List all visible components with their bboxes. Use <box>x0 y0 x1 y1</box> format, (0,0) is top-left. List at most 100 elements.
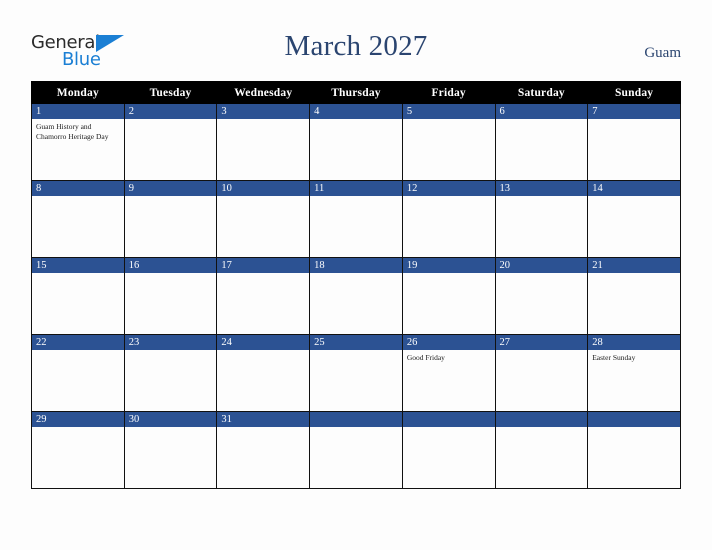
calendar-day-cell[interactable]: 30 <box>123 411 218 489</box>
day-events <box>496 273 588 276</box>
calendar-day-cell[interactable] <box>401 411 496 489</box>
day-events <box>588 427 680 430</box>
calendar-day-cell[interactable]: 3 <box>216 103 311 181</box>
day-events <box>217 427 309 430</box>
calendar-day-cell[interactable]: 11 <box>309 180 403 258</box>
day-events <box>217 119 309 122</box>
page-title: March 2027 <box>284 30 428 62</box>
day-number: 26 <box>402 335 495 350</box>
day-events <box>310 273 402 276</box>
day-number: 4 <box>310 104 402 119</box>
calendar-day-cell[interactable]: 14 <box>587 180 681 258</box>
calendar-day-cell[interactable]: 15 <box>31 257 125 335</box>
day-number: 11 <box>310 181 402 196</box>
calendar-day-cell[interactable]: 17 <box>216 257 311 335</box>
day-number: 28 <box>588 335 680 350</box>
day-number: 18 <box>310 258 402 273</box>
location-label: Guam <box>644 45 681 61</box>
weekday-header-tuesday: Tuesday <box>123 81 218 104</box>
day-number: 16 <box>124 258 217 273</box>
day-events <box>125 196 217 199</box>
calendar-week-row: 22 23 24 25 26 Good Friday 27 28 Easter Sunday <box>31 334 681 412</box>
calendar-day-cell[interactable]: 31 <box>216 411 311 489</box>
day-events <box>403 273 495 276</box>
calendar-day-cell[interactable]: 18 <box>309 257 403 335</box>
weekday-header-wednesday: Wednesday <box>216 81 311 104</box>
day-events <box>217 350 309 353</box>
weekday-header-row: Monday Tuesday Wednesday Thursday Friday… <box>31 81 681 104</box>
calendar-day-cell[interactable]: 4 <box>309 103 403 181</box>
day-events <box>217 273 309 276</box>
calendar-header-row: Monday Tuesday Wednesday Thursday Friday… <box>31 81 681 104</box>
calendar-day-cell[interactable]: 25 <box>309 334 403 412</box>
day-events <box>403 427 495 430</box>
day-number: 6 <box>495 104 588 119</box>
calendar-day-cell[interactable]: 13 <box>494 180 589 258</box>
calendar-day-cell[interactable]: 10 <box>216 180 311 258</box>
calendar-day-cell[interactable]: 22 <box>31 334 125 412</box>
day-number: 1 <box>32 104 124 119</box>
calendar-day-cell[interactable]: 24 <box>216 334 311 412</box>
day-number: 30 <box>124 412 217 427</box>
day-events <box>496 196 588 199</box>
weekday-header-sunday: Sunday <box>587 81 681 104</box>
day-number: 7 <box>588 104 680 119</box>
day-events <box>403 196 495 199</box>
day-events <box>496 427 588 430</box>
calendar-day-cell[interactable]: 19 <box>401 257 496 335</box>
calendar-day-cell[interactable]: 21 <box>587 257 681 335</box>
day-number: 25 <box>310 335 402 350</box>
calendar-day-cell[interactable]: 26 Good Friday <box>401 334 496 412</box>
calendar-week-row: 8 9 10 11 12 13 14 <box>31 180 681 258</box>
day-events <box>310 427 402 430</box>
calendar-day-cell[interactable]: 5 <box>401 103 496 181</box>
calendar-grid: Monday Tuesday Wednesday Thursday Friday… <box>31 81 681 489</box>
day-events <box>496 350 588 353</box>
calendar-day-cell[interactable]: 7 <box>587 103 681 181</box>
calendar-day-cell[interactable]: 28 Easter Sunday <box>587 334 681 412</box>
weekday-header-saturday: Saturday <box>494 81 589 104</box>
weekday-header-friday: Friday <box>401 81 496 104</box>
day-number: 24 <box>217 335 310 350</box>
day-number <box>310 412 402 427</box>
calendar-day-cell[interactable]: 1 Guam History and Chamorro Heritage Day <box>31 103 125 181</box>
day-events <box>32 273 124 276</box>
day-number: 17 <box>217 258 310 273</box>
calendar-day-cell[interactable] <box>309 411 403 489</box>
calendar-day-cell[interactable]: 23 <box>123 334 218 412</box>
day-events: Good Friday <box>403 350 495 363</box>
day-number: 5 <box>402 104 495 119</box>
calendar-day-cell[interactable]: 29 <box>31 411 125 489</box>
calendar-day-cell[interactable] <box>494 411 589 489</box>
calendar-day-cell[interactable]: 20 <box>494 257 589 335</box>
day-events <box>588 119 680 122</box>
page-header: General Blue March 2027 Guam <box>0 0 712 81</box>
day-number: 2 <box>124 104 217 119</box>
day-events <box>32 350 124 353</box>
calendar-day-cell[interactable]: 8 <box>31 180 125 258</box>
day-number <box>588 412 680 427</box>
day-number: 14 <box>588 181 680 196</box>
day-number <box>495 412 588 427</box>
day-events: Easter Sunday <box>588 350 680 363</box>
day-number: 19 <box>402 258 495 273</box>
day-number: 20 <box>495 258 588 273</box>
calendar-day-cell[interactable]: 9 <box>123 180 218 258</box>
day-number <box>402 412 495 427</box>
day-number: 15 <box>32 258 124 273</box>
day-events <box>310 119 402 122</box>
event-label: Good Friday <box>406 353 445 362</box>
day-events: Guam History and Chamorro Heritage Day <box>32 119 124 141</box>
calendar-day-cell[interactable]: 27 <box>494 334 589 412</box>
calendar-day-cell[interactable]: 12 <box>401 180 496 258</box>
day-events <box>588 196 680 199</box>
day-events <box>32 196 124 199</box>
day-events <box>125 427 217 430</box>
calendar-day-cell[interactable] <box>587 411 681 489</box>
calendar-day-cell[interactable]: 2 <box>123 103 218 181</box>
calendar-day-cell[interactable]: 16 <box>123 257 218 335</box>
calendar-day-cell[interactable]: 6 <box>494 103 589 181</box>
day-events <box>403 119 495 122</box>
day-number: 23 <box>124 335 217 350</box>
day-number: 29 <box>32 412 124 427</box>
